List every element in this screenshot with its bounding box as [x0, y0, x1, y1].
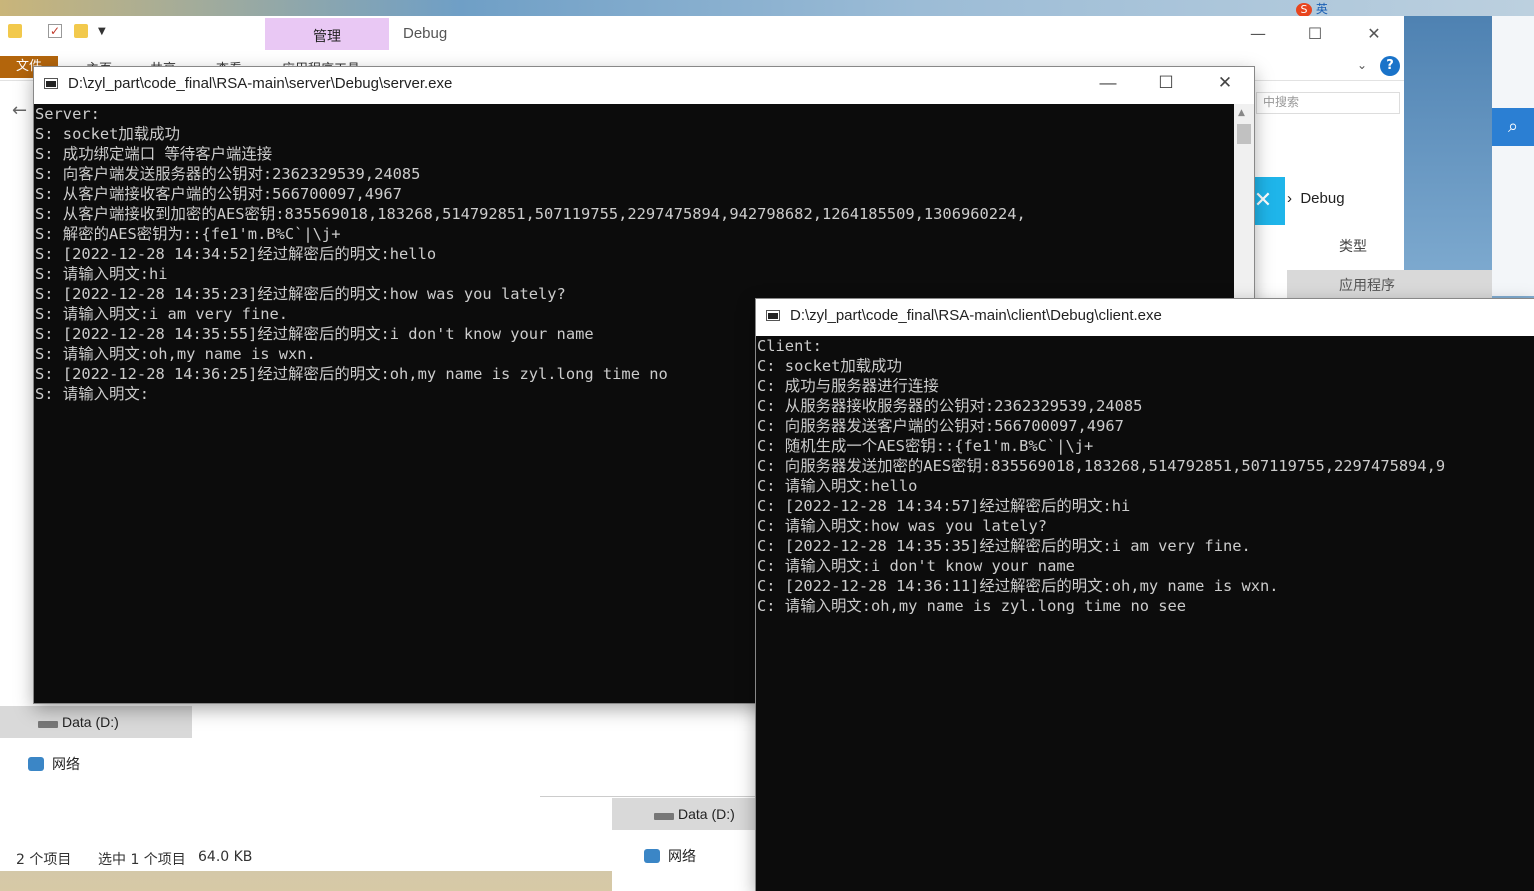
drive-label: Data (D:) [62, 714, 119, 730]
client-console-output[interactable]: Client: C: socket加载成功 C: 成功与服务器进行连接 C: 从服务器… [756, 336, 1534, 891]
console-line: S: 向客户端发送服务器的公钥对:2362329539,24085 [35, 165, 421, 183]
drive-label: Data (D:) [678, 806, 735, 822]
manage-tab[interactable]: 管理 [265, 18, 389, 50]
search-input[interactable]: 中搜索 [1256, 92, 1400, 114]
column-header-label: 类型 [1339, 239, 1367, 255]
console-line: S: 请输入明文:hi [35, 265, 168, 283]
console-line: C: 向服务器发送加密的AES密钥:835569018,183268,51479… [757, 457, 1446, 475]
server-titlebar[interactable]: D:\zyl_part\code_final\RSA-main\server\D… [34, 67, 1254, 104]
close-button[interactable]: ✕ [1208, 73, 1242, 93]
chevron-down-icon[interactable]: ⌄ [1357, 58, 1367, 72]
scroll-up-icon[interactable]: ▲ [1238, 108, 1245, 118]
breadcrumb[interactable]: › Debug [1287, 190, 1345, 207]
help-icon[interactable]: ? [1380, 56, 1400, 76]
console-line: C: [2022-12-28 14:35:35]经过解密后的明文:i am ve… [757, 537, 1251, 555]
column-header-type[interactable]: 类型 [1287, 229, 1483, 259]
chevron-down-icon[interactable]: ▼ [98, 26, 112, 40]
network-label: 网络 [52, 757, 80, 773]
console-line: C: 成功与服务器进行连接 [757, 377, 939, 395]
network-icon [28, 757, 44, 771]
nav-item-network[interactable]: 网络 [644, 846, 696, 866]
server-window-title: D:\zyl_part\code_final\RSA-main\server\D… [68, 75, 453, 92]
ime-indicator[interactable]: S 英 [1296, 0, 1328, 17]
console-line: C: 请输入明文:oh,my name is zyl.long time no … [757, 597, 1187, 615]
explorer-titlebar: ✓ ▼ 管理 Debug — ☐ ✕ [0, 16, 1404, 50]
console-line: Server: [35, 105, 100, 123]
console-line: S: socket加载成功 [35, 125, 180, 143]
side-panel [1492, 16, 1534, 296]
search-icon[interactable]: ⌕ [1492, 108, 1534, 146]
maximize-button[interactable]: ☐ [1149, 73, 1183, 93]
properties-icon[interactable]: ✓ [48, 24, 62, 38]
console-line: C: [2022-12-28 14:36:11]经过解密后的明文:oh,my n… [757, 577, 1279, 595]
ime-language-label: 英 [1315, 2, 1328, 16]
chevron-right-icon: › [1287, 190, 1292, 207]
status-bar: 2 个项目 选中 1 个项目 64.0 KB [0, 849, 612, 871]
file-type-cell: 应用程序 [1339, 278, 1395, 294]
nav-item-data-drive[interactable]: Data (D:) [612, 798, 756, 830]
nav-item-network[interactable]: 网络 [28, 754, 80, 774]
close-button[interactable]: ✕ [1359, 24, 1389, 43]
status-item-count: 2 个项目 [16, 852, 72, 868]
drive-icon [38, 721, 58, 728]
console-line: C: 请输入明文:i don't know your name [757, 557, 1075, 575]
drive-icon [654, 813, 674, 820]
status-selected: 选中 1 个项目 [98, 852, 186, 868]
console-line: C: 从服务器接收服务器的公钥对:2362329539,24085 [757, 397, 1143, 415]
client-titlebar[interactable]: D:\zyl_part\code_final\RSA-main\client\D… [756, 299, 1534, 336]
back-arrow-icon[interactable]: ← [12, 100, 27, 121]
console-line: Client: [757, 337, 822, 355]
explorer-title: Debug [403, 25, 448, 42]
new-folder-icon[interactable] [74, 24, 88, 38]
console-line: C: socket加载成功 [757, 357, 902, 375]
nav-item-data-drive[interactable]: Data (D:) [0, 706, 192, 738]
file-row[interactable]: 应用程序 [1287, 270, 1492, 298]
folder-icon[interactable] [8, 24, 22, 38]
status-size: 64.0 KB [198, 849, 253, 865]
console-line: C: [2022-12-28 14:34:57]经过解密后的明文:hi [757, 497, 1131, 515]
console-line: C: 请输入明文:hello [757, 477, 918, 495]
console-icon [766, 310, 780, 321]
blank-panel [540, 700, 757, 797]
console-line: S: 从客户端接收到加密的AES密钥:835569018,183268,5147… [35, 205, 1026, 223]
console-icon [44, 78, 58, 89]
client-console-window: D:\zyl_part\code_final\RSA-main\client\D… [756, 299, 1534, 891]
scroll-thumb[interactable] [1237, 124, 1251, 144]
console-line: S: 解密的AES密钥为::{fe1'm.B%C`|\j+ [35, 225, 341, 243]
console-line: C: 向服务器发送客户端的公钥对:566700097,4967 [757, 417, 1124, 435]
network-label: 网络 [668, 849, 696, 865]
client-window-title: D:\zyl_part\code_final\RSA-main\client\D… [790, 307, 1162, 324]
breadcrumb-debug[interactable]: Debug [1300, 190, 1344, 207]
console-line: S: 成功绑定端口 等待客户端连接 [35, 145, 273, 163]
minimize-button[interactable]: — [1091, 73, 1125, 93]
minimize-button[interactable]: — [1243, 24, 1273, 43]
console-line: C: 请输入明文:how was you lately? [757, 517, 1048, 535]
maximize-button[interactable]: ☐ [1300, 24, 1330, 43]
console-line: C: 随机生成一个AES密钥::{fe1'm.B%C`|\j+ [757, 437, 1094, 455]
network-icon [644, 849, 660, 863]
console-line: S: [2022-12-28 14:34:52]经过解密后的明文:hello [35, 245, 437, 263]
console-line: S: 从客户端接收客户端的公钥对:566700097,4967 [35, 185, 402, 203]
